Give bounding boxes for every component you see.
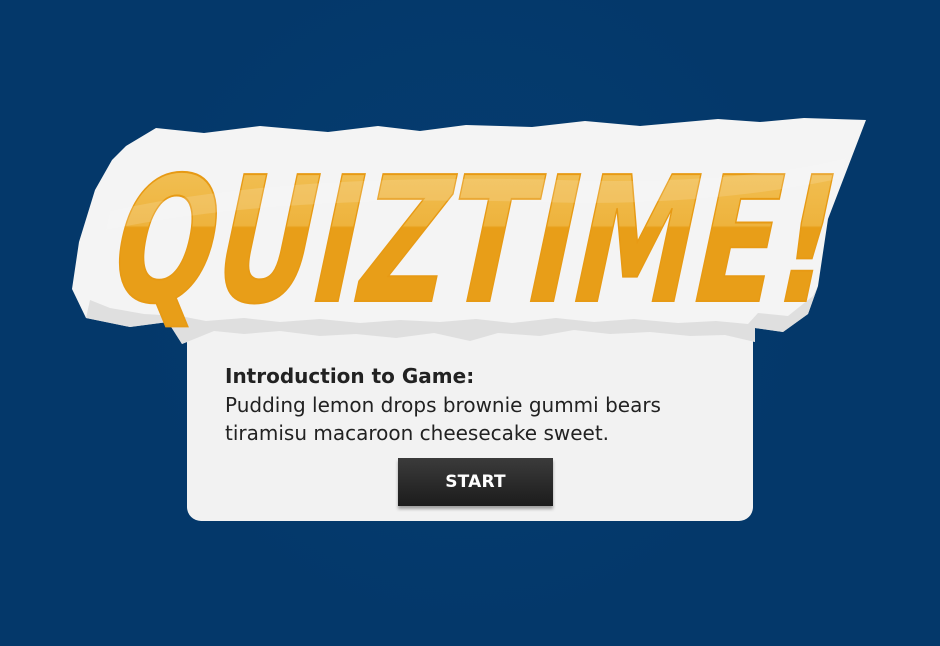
logo-art: QUIZTIME!	[72, 118, 866, 344]
logo-title: QUIZTIME!	[94, 141, 857, 343]
intro-title: Introduction to Game:	[225, 364, 475, 388]
start-button[interactable]: START	[398, 458, 553, 506]
quiztime-logo: QUIZTIME!	[0, 0, 940, 360]
game-screen: QUIZTIME! Introduction to Game: Pudding …	[0, 0, 940, 646]
intro-line-1: Pudding lemon drops brownie gummi bears	[225, 393, 661, 417]
intro-line-2: tiramisu macaroon cheesecake sweet.	[225, 421, 610, 445]
introduction-text-block: Introduction to Game: Pudding lemon drop…	[225, 362, 725, 447]
